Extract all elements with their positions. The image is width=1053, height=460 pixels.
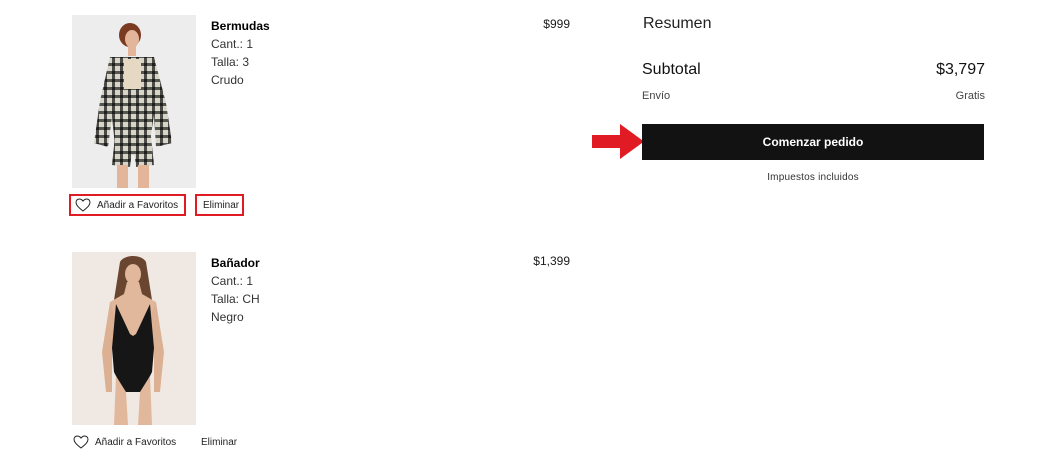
product-details: Bañador Cant.: 1 Talla: CH Negro xyxy=(211,254,260,326)
product-price: $1,399 xyxy=(533,254,570,268)
product-image-banador[interactable] xyxy=(72,252,196,425)
heart-outline-icon xyxy=(75,198,91,212)
product-color: Negro xyxy=(211,310,244,324)
shipping-label: Envío xyxy=(642,90,671,102)
remove-item-button[interactable]: Eliminar xyxy=(195,431,244,453)
subtotal-row: Subtotal $3,797 xyxy=(642,61,985,79)
red-arrow-right-icon xyxy=(592,124,644,159)
item-actions: Añadir a Favoritos Eliminar xyxy=(69,194,269,221)
add-to-favorites-button[interactable]: Añadir a Favoritos xyxy=(69,194,186,216)
shipping-row: Envío Gratis xyxy=(642,90,985,102)
subtotal-value: $3,797 xyxy=(936,61,985,78)
product-quantity: Cant.: 1 xyxy=(211,37,254,51)
product-details: Bermudas Cant.: 1 Talla: 3 Crudo xyxy=(211,17,270,89)
product-image-bermudas[interactable] xyxy=(72,15,196,188)
product-name[interactable]: Bañador xyxy=(211,254,260,272)
subtotal-label: Subtotal xyxy=(642,61,701,78)
item-actions: Añadir a Favoritos Eliminar xyxy=(69,431,269,458)
heart-outline-icon xyxy=(73,435,89,449)
remove-item-button[interactable]: Eliminar xyxy=(195,194,244,216)
product-name[interactable]: Bermudas xyxy=(211,17,270,35)
add-to-favorites-label: Añadir a Favoritos xyxy=(97,199,179,211)
tax-note: Impuestos incluidos xyxy=(767,172,859,183)
product-color: Crudo xyxy=(211,73,244,87)
summary-title: Resumen xyxy=(643,15,712,32)
remove-item-label: Eliminar xyxy=(201,436,238,448)
product-quantity: Cant.: 1 xyxy=(211,274,254,288)
product-size: Talla: CH xyxy=(211,292,260,306)
shipping-value: Gratis xyxy=(955,90,985,102)
add-to-favorites-button[interactable]: Añadir a Favoritos xyxy=(69,431,186,453)
remove-item-label: Eliminar xyxy=(203,199,240,211)
add-to-favorites-label: Añadir a Favoritos xyxy=(95,436,177,448)
product-price: $999 xyxy=(543,17,570,31)
start-order-button[interactable]: Comenzar pedido xyxy=(642,124,984,160)
product-size: Talla: 3 xyxy=(211,55,250,69)
